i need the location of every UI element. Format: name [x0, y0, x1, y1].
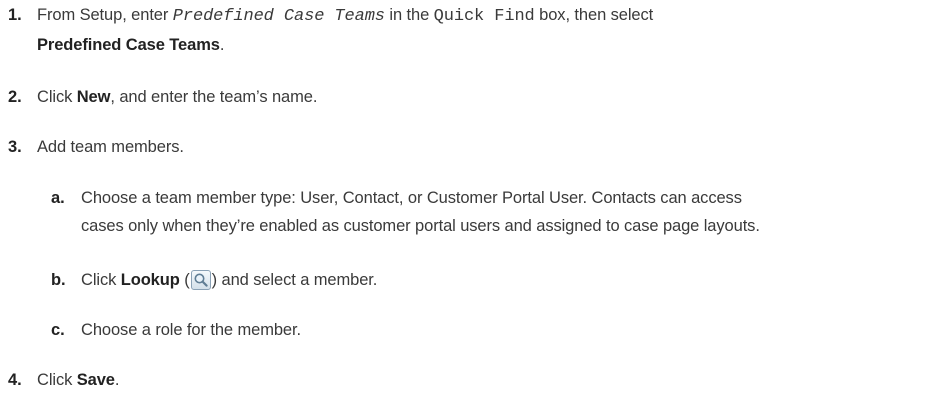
substep-text: Choose a role for the member. — [81, 321, 301, 339]
step-text-end: . — [219, 36, 225, 54]
step-text-prefix: From Setup, enter — [37, 6, 173, 24]
step-text-prefix: Click — [37, 371, 77, 389]
quick-find-value: Predefined Case Teams — [172, 7, 385, 26]
quick-find-field-name: Quick Find — [433, 7, 535, 26]
step-text: From Setup, enter Predefined Case Teams … — [37, 1, 945, 59]
substep-text-suffix: ) and select a member. — [211, 271, 378, 289]
step-text-suffix: box, then select — [534, 6, 654, 24]
step-text: Click Save. — [37, 366, 945, 394]
step-number: 2. — [8, 88, 22, 106]
magnifier-lookup-icon — [190, 270, 211, 290]
step-text-suffix: , and enter the team’s name. — [110, 88, 318, 106]
paren-open: ( — [179, 271, 190, 289]
substep-letter: b. — [51, 271, 66, 289]
step-text-middle: in the — [384, 6, 434, 24]
step-number: 4. — [8, 371, 22, 389]
substep-letter: c. — [51, 321, 65, 339]
step-text: Click New, and enter the team’s name. — [37, 83, 945, 111]
substep-text: Choose a team member type: User, Contact… — [81, 184, 947, 240]
substep-line-2: cases only when they’re enabled as custo… — [81, 217, 760, 235]
step-text-suffix: . — [114, 371, 120, 389]
substep-text-prefix: Click — [81, 271, 121, 289]
substep-letter: a. — [51, 189, 65, 207]
step-text: Add team members. — [37, 138, 184, 156]
step-number: 1. — [8, 6, 22, 24]
step-number: 3. — [8, 138, 22, 156]
substep-text: Click Lookup ( ) and select a member. — [81, 266, 947, 294]
substep-line-1: Choose a team member type: User, Contact… — [81, 189, 742, 207]
step-text-prefix: Click — [37, 88, 77, 106]
new-action-label: New — [76, 88, 111, 106]
instruction-document: 1. From Setup, enter Predefined Case Tea… — [0, 0, 951, 395]
lookup-action-label: Lookup — [120, 271, 180, 289]
save-action-label: Save — [76, 371, 115, 389]
selection-label: Predefined Case Teams — [37, 36, 220, 54]
